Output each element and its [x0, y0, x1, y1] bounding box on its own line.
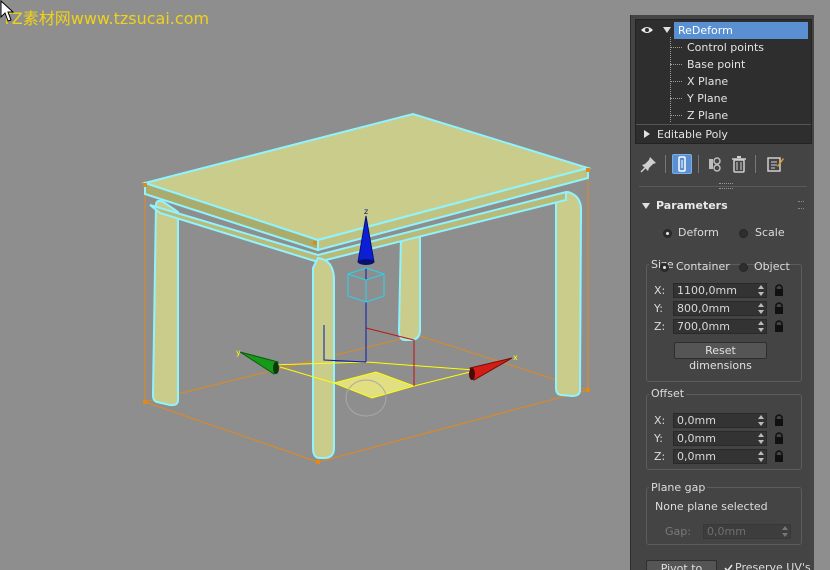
size-z-value: 700,0mm [677, 320, 730, 333]
mouse-pointer-icon [0, 0, 15, 22]
modifier-stack[interactable]: ReDeform Control points Base point X Pla… [635, 19, 812, 144]
preserve-uv-checkbox[interactable] [724, 564, 733, 570]
preserve-uv-label: Preserve UV's [735, 561, 811, 570]
offset-y-value: 0,0mm [677, 432, 716, 445]
stack-subitem-z-plane[interactable]: Z Plane [636, 107, 811, 124]
rollout-title: Parameters [656, 199, 728, 212]
pin-stack-icon[interactable] [639, 154, 659, 174]
parameters-rollout: Parameters Deform Scale Size Container O… [636, 196, 811, 570]
offset-x-spinner[interactable]: 0,0mm [673, 413, 767, 428]
stack-subitem-control-points[interactable]: Control points [636, 39, 811, 56]
parameters-rollout-header[interactable]: Parameters [636, 196, 806, 216]
object-label: Object [754, 260, 790, 273]
show-end-result-icon [678, 156, 686, 172]
stack-item-label: Editable Poly [657, 128, 728, 141]
size-z-label: Z: [654, 320, 666, 333]
spinner-arrows-icon[interactable] [758, 321, 764, 332]
size-x-spinner[interactable]: 1100,0mm [673, 283, 767, 298]
size-x-value: 1100,0mm [677, 284, 737, 297]
eye-icon[interactable] [640, 25, 654, 35]
stack-item-redeform[interactable]: ReDeform [636, 22, 811, 39]
spinner-arrows-icon[interactable] [758, 415, 764, 426]
offset-z-value: 0,0mm [677, 450, 716, 463]
size-y-label: Y: [654, 302, 663, 315]
resize-grip[interactable] [719, 183, 733, 189]
spinner-arrows-icon[interactable] [758, 303, 764, 314]
gap-value: 0,0mm [707, 525, 746, 538]
scale-label: Scale [755, 226, 785, 239]
stack-item-label: ReDeform [674, 22, 808, 39]
spinner-arrows-icon[interactable] [758, 285, 764, 296]
expand-arrow-icon[interactable] [663, 27, 671, 33]
offset-z-spinner[interactable]: 0,0mm [673, 449, 767, 464]
offset-group-label: Offset [649, 387, 687, 400]
expand-arrow-icon[interactable] [644, 130, 650, 138]
configure-modifier-sets-icon[interactable] [765, 154, 785, 174]
lock-icon[interactable] [774, 432, 784, 444]
perspective-viewport[interactable]: z y x TZ素材网www.tzsucai.com [0, 0, 630, 570]
offset-y-label: Y: [654, 432, 663, 445]
container-label: Container [676, 260, 730, 273]
size-x-label: X: [654, 284, 666, 297]
stack-item-editable-poly[interactable]: Editable Poly [636, 126, 811, 143]
collapse-arrow-icon [642, 203, 650, 209]
rollout-grip[interactable] [798, 201, 804, 209]
stack-subitem-y-plane[interactable]: Y Plane [636, 90, 811, 107]
size-y-value: 800,0mm [677, 302, 730, 315]
reset-dimensions-button[interactable]: Reset dimensions [674, 342, 767, 372]
container-radio[interactable] [660, 263, 669, 272]
lock-icon[interactable] [774, 414, 784, 426]
lock-icon[interactable] [774, 302, 784, 314]
offset-z-label: Z: [654, 450, 666, 463]
command-panel: ReDeform Control points Base point X Pla… [630, 15, 814, 570]
modifier-toolbar [635, 151, 811, 177]
lock-icon[interactable] [774, 450, 784, 462]
spinner-arrows-icon[interactable] [782, 526, 788, 537]
stack-subitem-base-point[interactable]: Base point [636, 56, 811, 73]
make-unique-icon[interactable] [705, 154, 725, 174]
table-back-legs [397, 228, 421, 341]
lock-icon[interactable] [774, 320, 784, 332]
gap-spinner[interactable]: 0,0mm [703, 524, 791, 539]
size-z-spinner[interactable]: 700,0mm [673, 319, 767, 334]
scale-radio[interactable] [739, 229, 748, 238]
plane-gap-status: None plane selected [655, 500, 768, 513]
show-end-result-button[interactable] [672, 154, 692, 174]
offset-x-value: 0,0mm [677, 414, 716, 427]
spinner-arrows-icon[interactable] [758, 451, 764, 462]
stack-subitem-label: Base point [687, 58, 746, 71]
stack-subitem-label: Y Plane [687, 92, 728, 105]
lock-icon[interactable] [774, 284, 784, 296]
table-right-leg [555, 190, 583, 398]
stack-subitem-label: Z Plane [687, 109, 729, 122]
table-left-leg [151, 199, 179, 407]
remove-modifier-icon[interactable] [729, 154, 749, 174]
scene-canvas[interactable]: z y x [0, 0, 630, 570]
offset-y-spinner[interactable]: 0,0mm [673, 431, 767, 446]
stack-subitem-label: X Plane [687, 75, 729, 88]
stack-subitem-x-plane[interactable]: X Plane [636, 73, 811, 90]
pivot-to-base-button[interactable]: Pivot to base [646, 560, 717, 570]
size-y-spinner[interactable]: 800,0mm [673, 301, 767, 316]
object-radio[interactable] [739, 263, 748, 272]
deform-radio[interactable] [663, 229, 672, 238]
stack-subitem-label: Control points [687, 41, 765, 54]
gizmo-z-label: z [364, 207, 368, 216]
gizmo-x-label: x [513, 353, 518, 362]
deform-label: Deform [678, 226, 719, 239]
watermark-text: TZ素材网www.tzsucai.com [2, 9, 210, 28]
plane-gap-group-label: Plane gap [649, 481, 708, 494]
offset-x-label: X: [654, 414, 666, 427]
gizmo-y-label: y [236, 348, 241, 357]
gap-label: Gap: [665, 525, 691, 538]
spinner-arrows-icon[interactable] [758, 433, 764, 444]
